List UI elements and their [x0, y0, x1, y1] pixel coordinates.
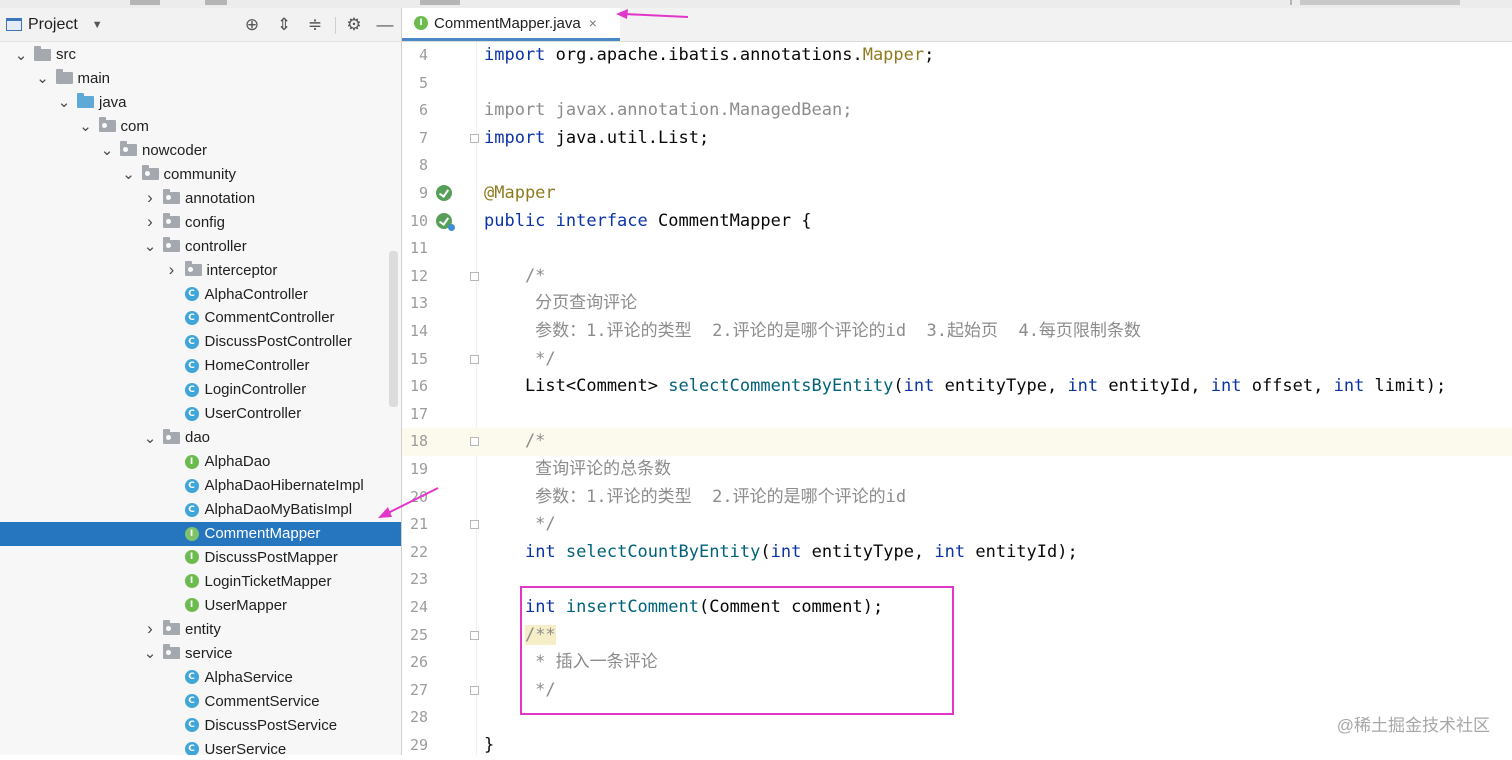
arrow-to-tab [616, 9, 689, 19]
arrow-to-file [378, 487, 439, 518]
annotation-arrows [378, 9, 689, 518]
